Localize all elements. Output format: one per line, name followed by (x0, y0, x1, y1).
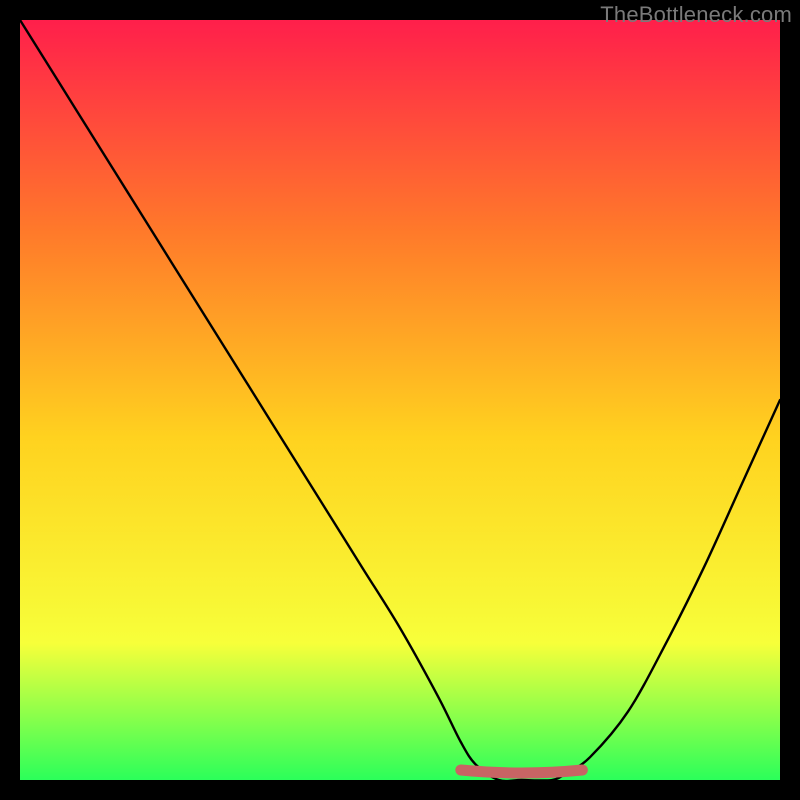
chart-plot-area (20, 20, 780, 780)
chart-svg (20, 20, 780, 780)
watermark-text: TheBottleneck.com (600, 2, 792, 28)
optimal-range-marker (461, 770, 583, 773)
chart-frame: TheBottleneck.com (0, 0, 800, 800)
gradient-background (20, 20, 780, 780)
